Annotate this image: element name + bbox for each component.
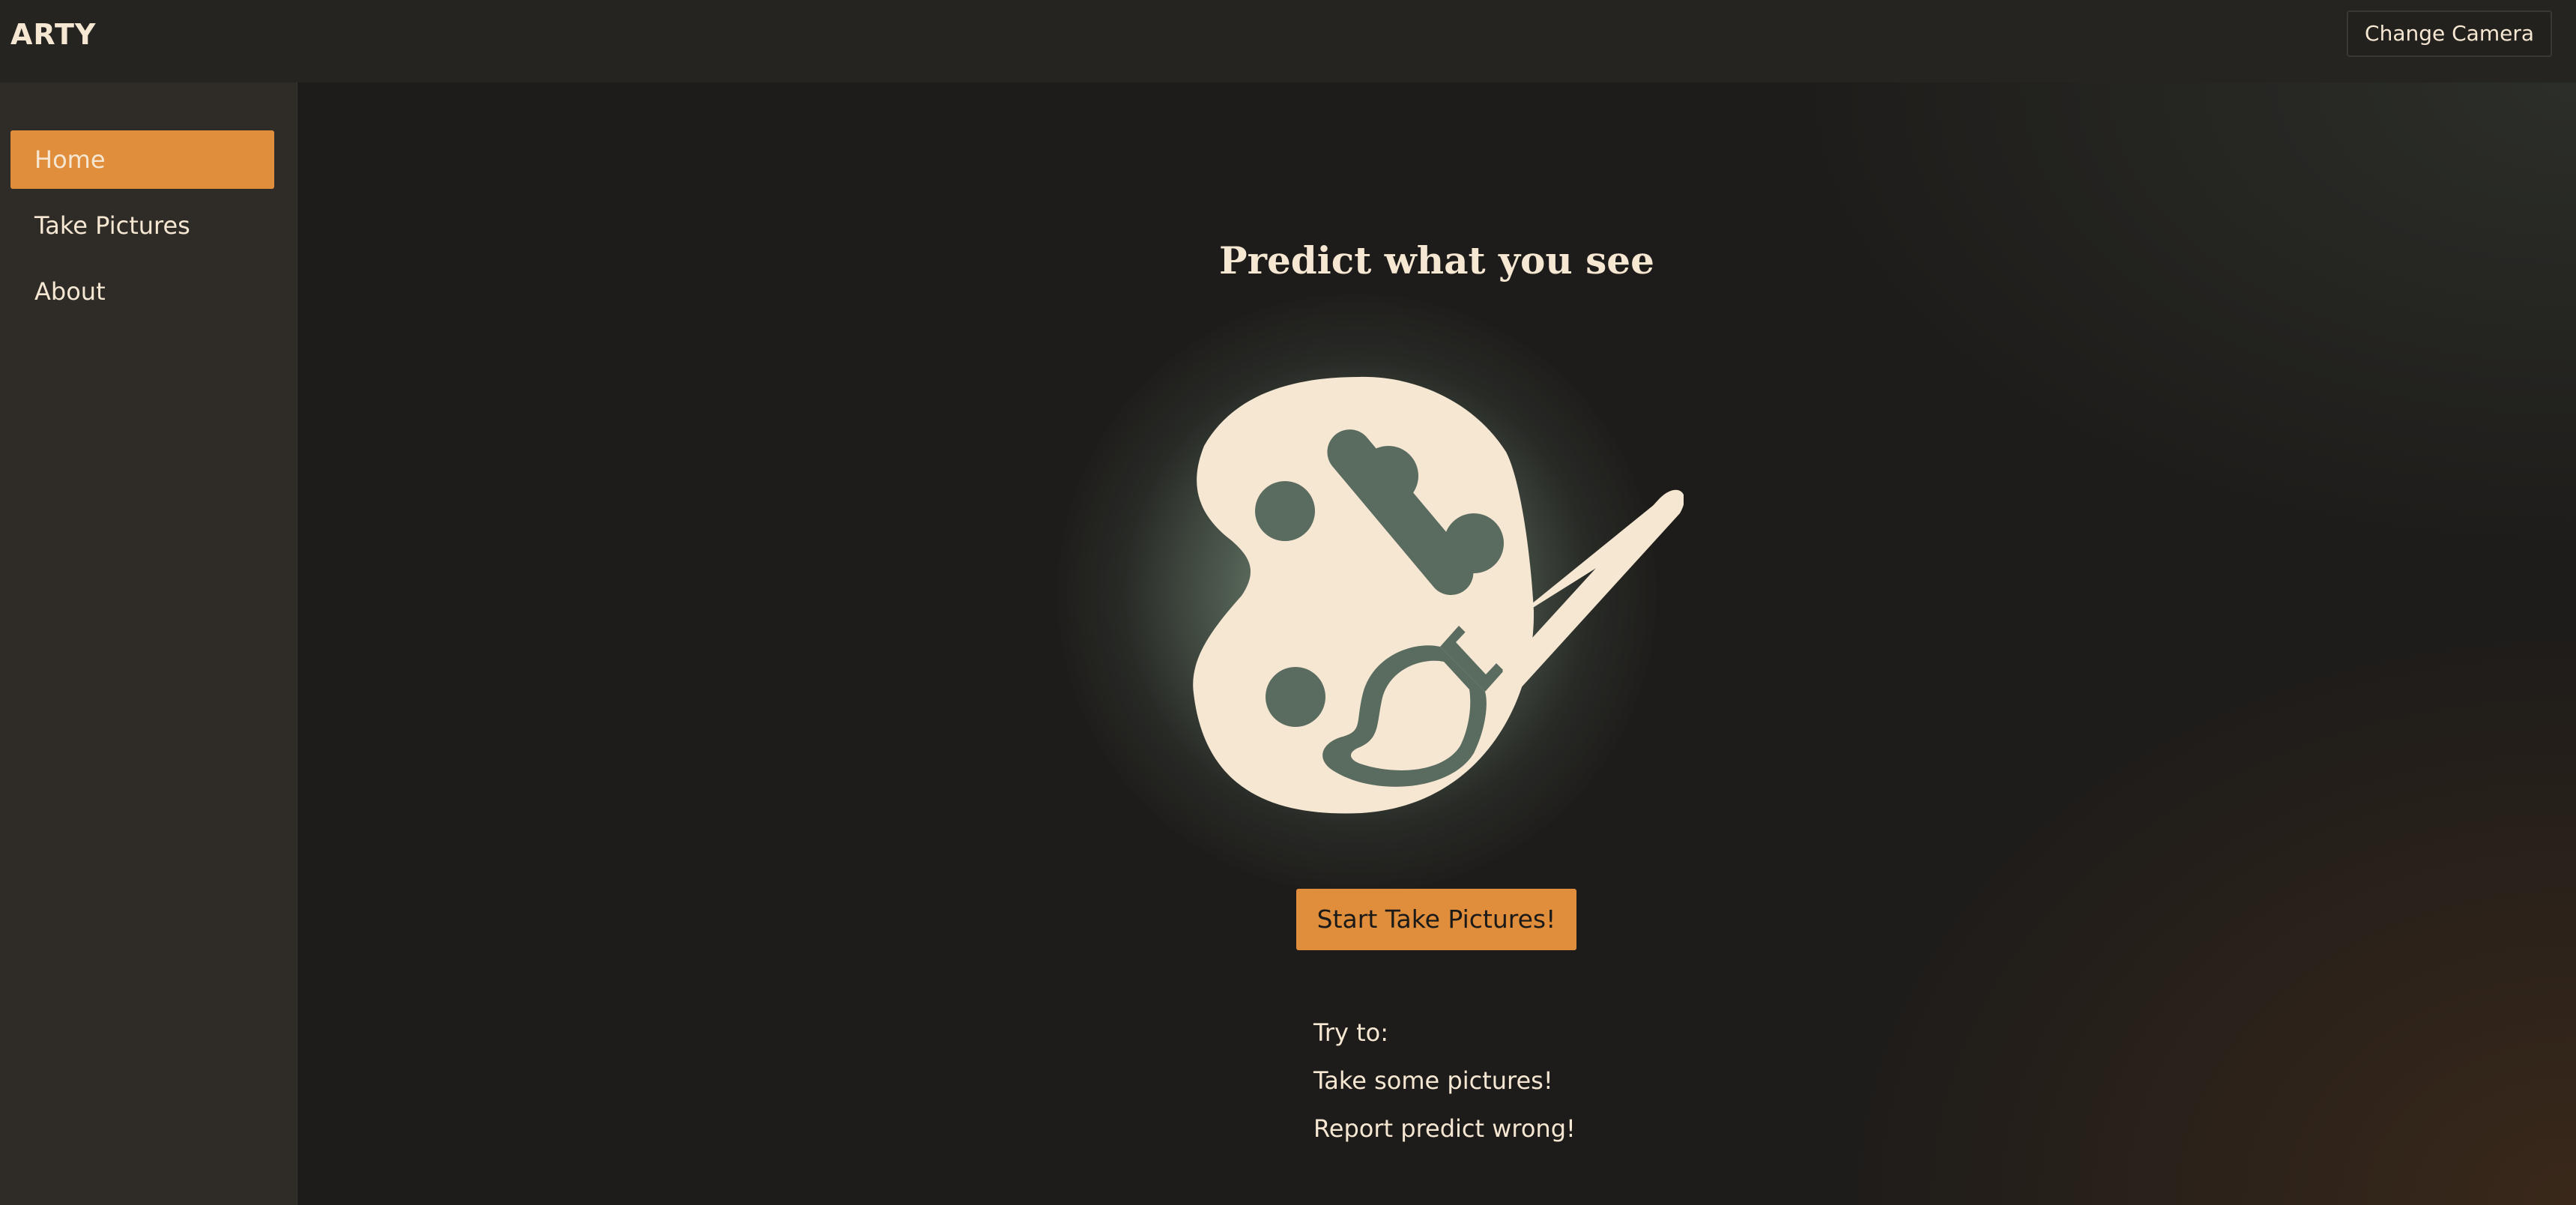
app-logo: ARTY (10, 18, 97, 51)
sidebar-item-home[interactable]: Home (10, 130, 274, 189)
sidebar-item-label: Take Pictures (34, 211, 190, 240)
sidebar-item-label: About (34, 277, 106, 306)
tip-item: Take some pictures! (1313, 1066, 1553, 1095)
sidebar-nav: Home Take Pictures About (10, 130, 274, 328)
palette-brush-icon (1189, 371, 1685, 821)
change-camera-button[interactable]: Change Camera (2347, 10, 2552, 57)
sidebar-item-label: Home (34, 145, 106, 174)
start-take-pictures-button[interactable]: Start Take Pictures! (1296, 889, 1576, 950)
sidebar: Home Take Pictures About (0, 82, 297, 1205)
tips-list: Try to: Take some pictures! Report predi… (1313, 1009, 1576, 1153)
app-root: ARTY Change Camera Home Take Pictures Ab… (0, 0, 2576, 1205)
tip-item: Report predict wrong! (1313, 1114, 1576, 1143)
sidebar-item-take-pictures[interactable]: Take Pictures (10, 196, 274, 255)
main-content: Predict what you see Start Take Pictures… (297, 82, 2576, 1205)
top-bar: ARTY Change Camera (0, 0, 2576, 83)
tip-heading: Try to: (1313, 1018, 1389, 1047)
page-title: Predict what you see (1219, 238, 1654, 283)
sidebar-item-about[interactable]: About (10, 262, 274, 321)
